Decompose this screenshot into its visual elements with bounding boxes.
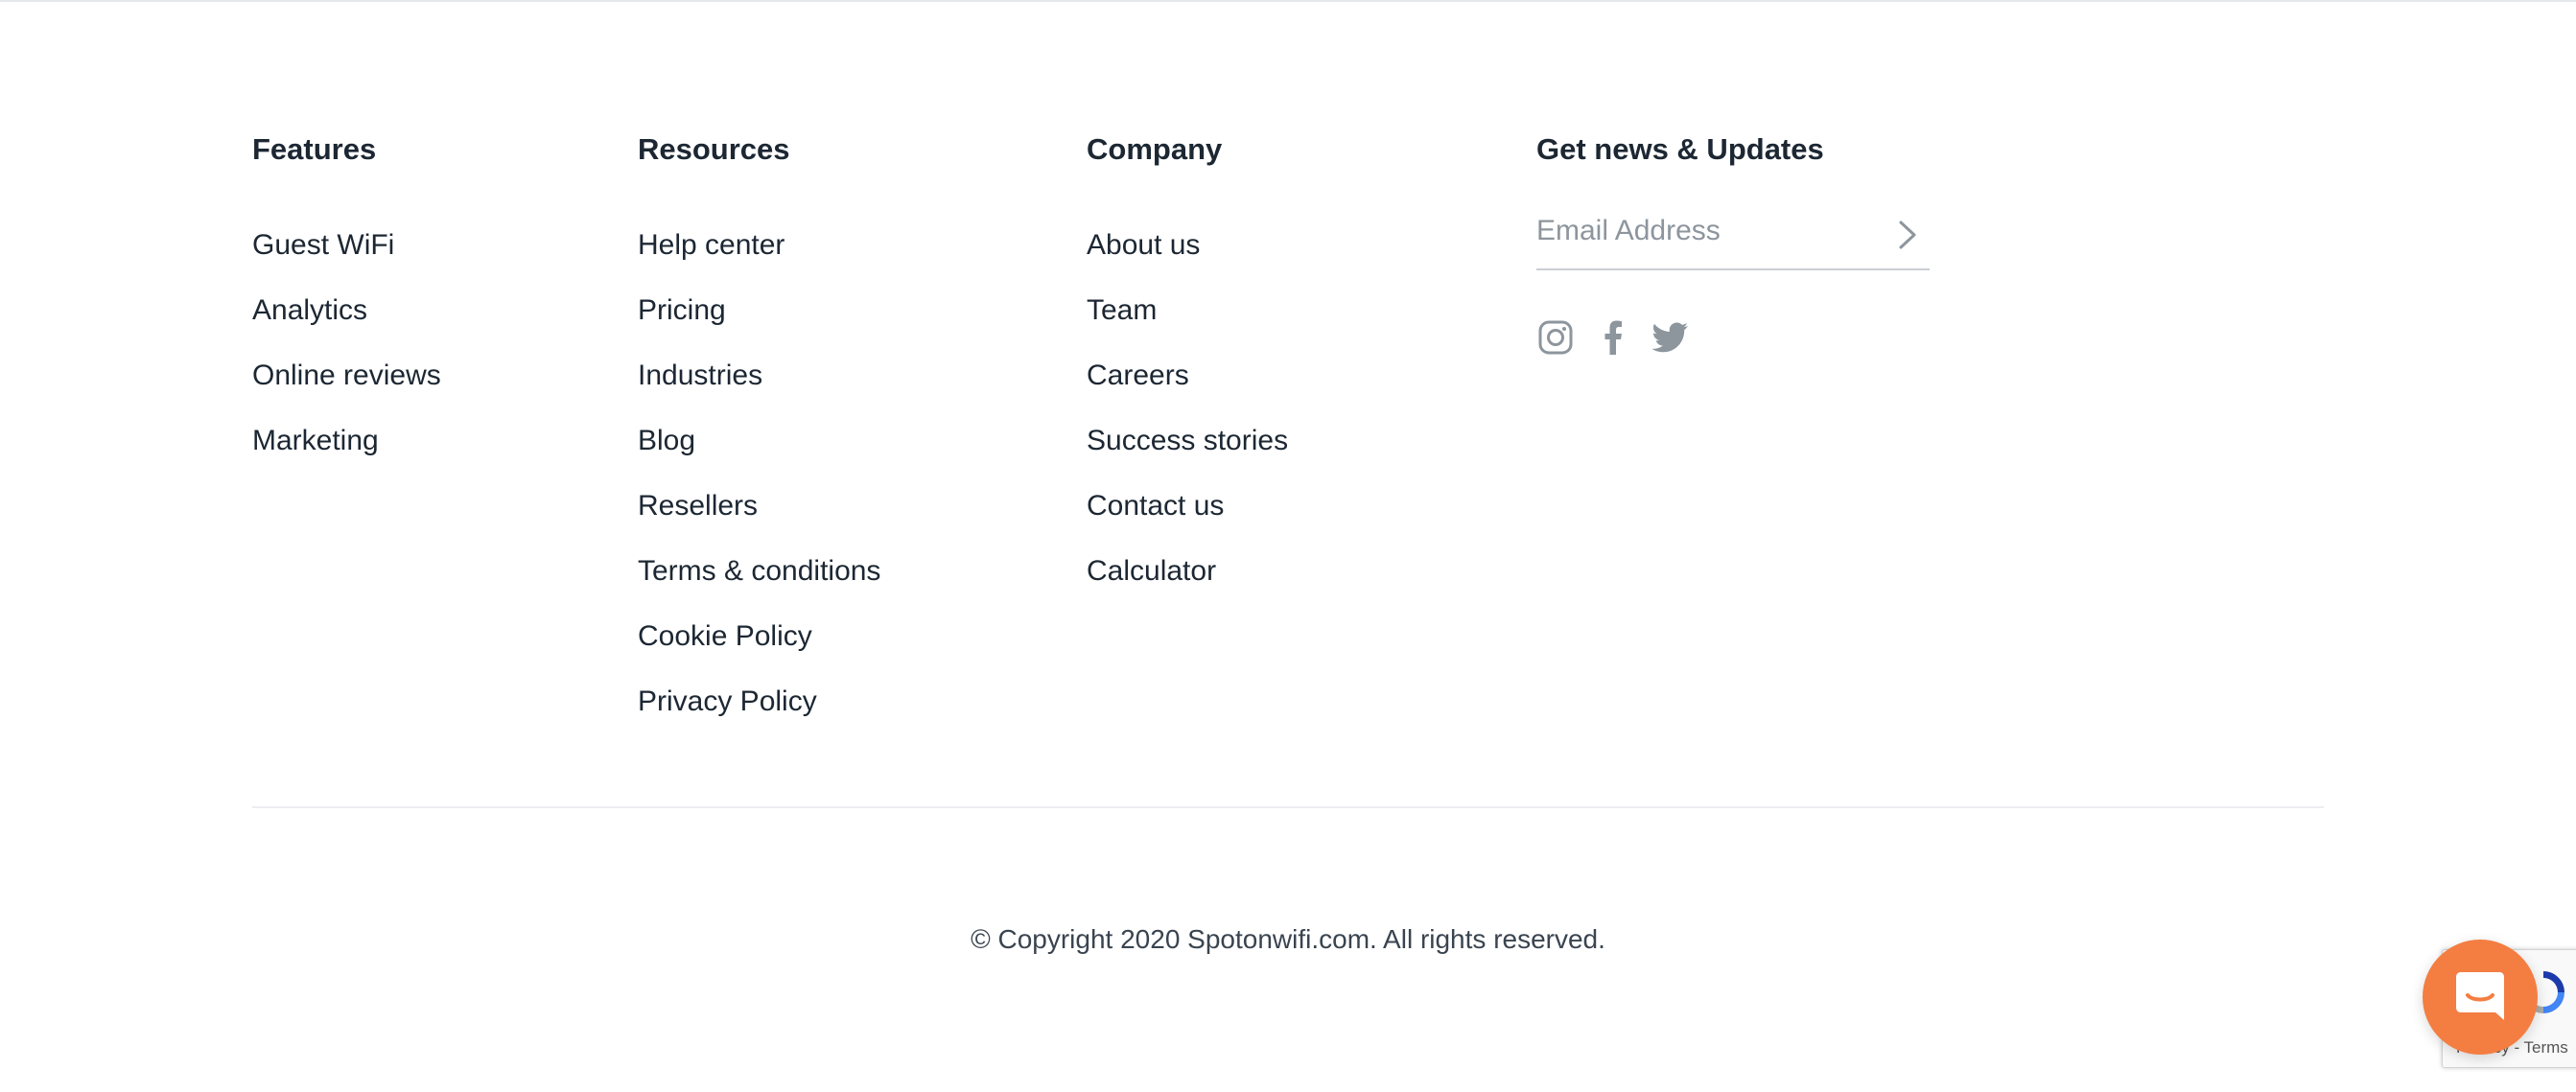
instagram-icon[interactable] xyxy=(1536,318,1575,357)
footer-link-marketing[interactable]: Marketing xyxy=(252,408,441,474)
link-list: Help center Pricing Industries Blog Rese… xyxy=(638,213,880,734)
footer-link-guest-wifi[interactable]: Guest WiFi xyxy=(252,213,441,278)
chevron-right-icon[interactable] xyxy=(1889,215,1924,255)
footer-link-help-center[interactable]: Help center xyxy=(638,213,880,278)
footer-column-resources: Resources Help center Pricing Industries… xyxy=(638,130,880,734)
top-divider xyxy=(0,0,2576,2)
chat-launcher-button[interactable] xyxy=(2423,940,2538,1055)
footer-column-features: Features Guest WiFi Analytics Online rev… xyxy=(252,130,441,474)
footer-link-about-us[interactable]: About us xyxy=(1087,213,1288,278)
footer-link-careers[interactable]: Careers xyxy=(1087,343,1288,408)
social-links xyxy=(1536,318,1690,357)
footer-link-resellers[interactable]: Resellers xyxy=(638,474,880,539)
link-list: Guest WiFi Analytics Online reviews Mark… xyxy=(252,213,441,474)
footer-link-success-stories[interactable]: Success stories xyxy=(1087,408,1288,474)
footer-link-calculator[interactable]: Calculator xyxy=(1087,539,1288,604)
footer-link-team[interactable]: Team xyxy=(1087,278,1288,343)
footer-link-contact-us[interactable]: Contact us xyxy=(1087,474,1288,539)
newsletter-form xyxy=(1536,201,1930,270)
footer-link-industries[interactable]: Industries xyxy=(638,343,880,408)
footer-link-privacy-policy[interactable]: Privacy Policy xyxy=(638,669,880,734)
footer-link-cookie-policy[interactable]: Cookie Policy xyxy=(638,604,880,669)
twitter-icon[interactable] xyxy=(1651,318,1690,357)
column-heading: Resources xyxy=(638,132,790,166)
copyright-text: © Copyright 2020 Spotonwifi.com. All rig… xyxy=(971,924,1605,954)
footer-divider xyxy=(252,806,2324,808)
footer-column-newsletter: Get news & Updates xyxy=(1536,130,1824,169)
newsletter-heading: Get news & Updates xyxy=(1536,132,1824,166)
footer-link-online-reviews[interactable]: Online reviews xyxy=(252,343,441,408)
chat-icon xyxy=(2451,966,2509,1029)
footer-page: Features Guest WiFi Analytics Online rev… xyxy=(0,0,2576,1092)
link-list: About us Team Careers Success stories Co… xyxy=(1087,213,1288,604)
facebook-icon[interactable] xyxy=(1594,318,1632,357)
column-heading: Features xyxy=(252,132,377,166)
email-field[interactable] xyxy=(1536,207,1862,255)
footer-link-analytics[interactable]: Analytics xyxy=(252,278,441,343)
footer-link-blog[interactable]: Blog xyxy=(638,408,880,474)
column-heading: Company xyxy=(1087,132,1223,166)
footer-link-pricing[interactable]: Pricing xyxy=(638,278,880,343)
footer-link-terms[interactable]: Terms & conditions xyxy=(638,539,880,604)
footer-column-company: Company About us Team Careers Success st… xyxy=(1087,130,1288,604)
